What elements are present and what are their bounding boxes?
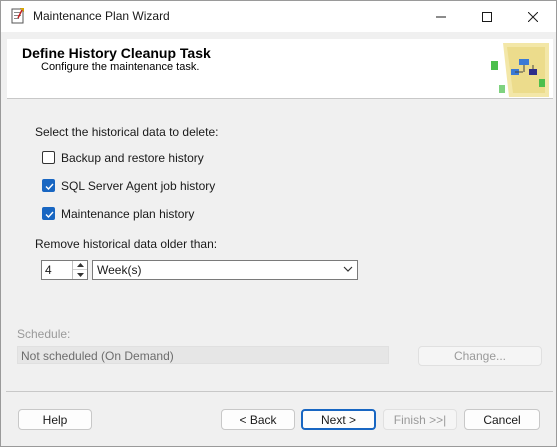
footer-divider [6, 391, 553, 392]
maximize-icon [482, 11, 492, 22]
agent-job-checkbox[interactable] [42, 179, 55, 192]
age-number-stepper[interactable]: 4 [41, 260, 88, 280]
close-icon [528, 11, 538, 22]
help-button[interactable]: Help [18, 409, 92, 430]
header-banner: Define History Cleanup Task Configure th… [7, 39, 553, 99]
title-bar: Maintenance Plan Wizard [1, 1, 556, 32]
age-value[interactable]: 4 [45, 263, 52, 277]
change-schedule-button[interactable]: Change... [418, 346, 542, 366]
chevron-down-icon [343, 266, 353, 272]
page-subtitle: Configure the maintenance task. [41, 61, 200, 73]
cancel-button[interactable]: Cancel [464, 409, 540, 430]
next-button[interactable]: Next > [301, 409, 376, 430]
schedule-field: Not scheduled (On Demand) [17, 346, 389, 364]
arrow-down-icon [76, 272, 84, 277]
wizard-window: Maintenance Plan Wizard Define History C… [0, 0, 557, 447]
stepper-down-button[interactable] [73, 270, 87, 279]
back-button[interactable]: < Back [221, 409, 295, 430]
backup-restore-checkbox[interactable] [42, 151, 55, 164]
backup-restore-label: Backup and restore history [61, 151, 204, 165]
maximize-button[interactable] [464, 1, 510, 32]
age-unit-value: Week(s) [97, 263, 142, 277]
age-unit-dropdown[interactable]: Week(s) [92, 260, 358, 280]
agent-job-label: SQL Server Agent job history [61, 179, 216, 193]
stepper-buttons [72, 261, 87, 279]
select-history-label: Select the historical data to delete: [35, 125, 219, 139]
arrow-up-icon [76, 263, 84, 267]
minimize-icon [436, 16, 446, 17]
finish-button[interactable]: Finish >>| [383, 409, 457, 430]
maintenance-plan-label: Maintenance plan history [61, 207, 195, 221]
maintenance-plan-checkbox[interactable] [42, 207, 55, 220]
stepper-up-button[interactable] [73, 261, 87, 270]
page-title: Define History Cleanup Task [22, 45, 211, 61]
checkmark-icon [45, 211, 54, 219]
checkmark-icon [45, 183, 54, 191]
remove-older-label: Remove historical data older than: [35, 237, 218, 251]
window-title: Maintenance Plan Wizard [33, 9, 170, 23]
wizard-banner-icon [489, 39, 551, 99]
minimize-button[interactable] [418, 1, 464, 32]
schedule-label: Schedule: [17, 327, 71, 341]
wizard-app-icon [10, 8, 26, 24]
close-button[interactable] [510, 1, 556, 32]
schedule-value: Not scheduled (On Demand) [21, 349, 174, 363]
